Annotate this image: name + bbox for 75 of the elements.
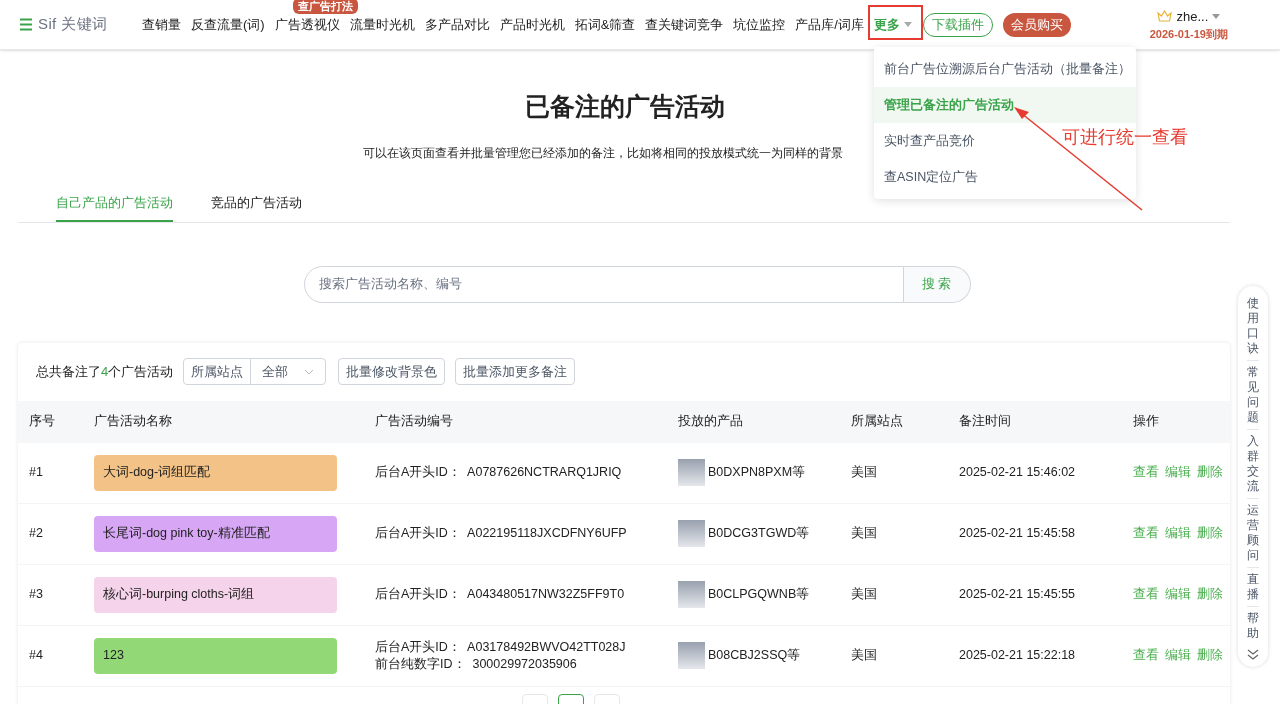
crown-icon — [1157, 10, 1173, 23]
nav-link[interactable]: 产品时光机 — [499, 14, 565, 35]
badge: 查广告打法 — [292, 0, 358, 15]
sidebar-link[interactable]: 使用口诀 — [1247, 292, 1259, 360]
table-cell-text: 后台A开头ID： A043480517NW32Z5FF9T0 — [375, 586, 626, 603]
member-purchase-button[interactable]: 会员购买 — [1002, 12, 1071, 37]
column-header: 广告活动名称 — [94, 413, 173, 431]
table-cell-text: 2025-02-21 15:45:58 — [959, 525, 1077, 543]
nav-link[interactable]: 多产品对比 — [424, 14, 490, 35]
table-cell-text: 2025-02-21 15:22:18 — [959, 647, 1077, 665]
table-cell-text: 2025-02-21 15:45:55 — [959, 586, 1077, 604]
nav-link[interactable]: 产品库/词库 — [795, 14, 864, 35]
menu-item[interactable]: 查ASIN定位广告 — [874, 159, 989, 195]
column-header: 投放的产品 — [678, 413, 744, 431]
caret-icon[interactable] — [1212, 13, 1221, 19]
table-cell-text: 2025-02-21 15:46:02 — [959, 464, 1077, 482]
campaign-name-tag: 大词-dog-词组匹配 — [94, 454, 337, 491]
nav-link[interactable]: 拓词&筛查 — [574, 14, 636, 35]
user-name[interactable]: zhe... — [1176, 6, 1209, 26]
photo-placeholder — [678, 459, 705, 486]
photo-placeholder — [678, 642, 705, 669]
sidebar-link[interactable]: 直播 — [1247, 567, 1259, 606]
sidebar-link[interactable]: 帮助 — [1247, 606, 1259, 645]
logo-text: Sif 关键词 — [38, 14, 108, 35]
highlight-box — [868, 5, 923, 40]
column-header: 备注时间 — [959, 413, 1012, 431]
sidebar-link[interactable]: 常见问题 — [1247, 360, 1259, 429]
campaign-name-tag: 长尾词-dog pink toy-精准匹配 — [94, 515, 337, 552]
menu-item[interactable]: 前台广告位溯源后台广告活动（批量备注） — [874, 51, 1141, 87]
table-cell-text: 前台纯数字ID： 300029972035906 — [375, 655, 578, 673]
tab[interactable]: 竞品的广告活动 — [211, 185, 302, 222]
caret-icon[interactable] — [903, 22, 912, 27]
table-cell-text: 后台A开头ID： A022195118JXCDFNY6UFP — [375, 525, 628, 542]
table-cell-text: #2 — [29, 525, 44, 543]
nav-link[interactable]: 广告透视仪 — [274, 14, 340, 35]
photo-placeholder — [678, 520, 705, 547]
table-cell-text: 美国 — [851, 647, 878, 665]
table-cell-text: 美国 — [851, 525, 878, 543]
page-description: 可以在该页面查看并批量管理您已经添加的备注，比如将相同的投放模式统一为同样的背景 — [363, 144, 843, 162]
nav-link[interactable]: 坑位监控 — [733, 14, 786, 35]
table-cell-text: #1 — [29, 464, 44, 482]
table-cell-text: 后台A开头ID： A03178492BWVO42TT028J — [375, 638, 627, 656]
table-cell-text: 美国 — [851, 586, 878, 604]
column-header: 所属站点 — [851, 413, 904, 431]
action-button[interactable]: 批量添加更多备注 — [455, 358, 576, 385]
table-cell-text: B0CLPGQWNB等 — [708, 586, 810, 604]
sidebar-link[interactable]: 运营顾问 — [1247, 498, 1259, 567]
column-header: 广告活动编号 — [375, 413, 454, 431]
table-cell-text: B08CBJ2SSQ等 — [708, 647, 801, 665]
table-cell-text: B0DXPN8PXM等 — [708, 464, 806, 482]
column-header: 操作 — [1133, 413, 1160, 431]
campaign-name-tag: 核心词-burping cloths-词组 — [94, 576, 337, 613]
annotation-text: 可进行统一查看 — [1062, 126, 1188, 149]
nav-link[interactable]: 查销量 — [142, 14, 181, 35]
action-button[interactable]: 批量修改背景色 — [338, 358, 446, 385]
nav-link[interactable]: 流量时光机 — [349, 14, 415, 35]
table-cell-text: B0DCG3TGWD等 — [708, 525, 810, 543]
summary-text: 总共备注了4个广告活动 — [36, 362, 174, 381]
table-cell-text: #3 — [29, 586, 44, 604]
search-field[interactable]: 搜索广告活动名称、编号 — [303, 265, 904, 303]
expiry-date: 2026-01-19到期 — [1149, 27, 1228, 42]
sidebar-link[interactable]: 入群交流 — [1247, 429, 1259, 498]
nav-link[interactable]: 查关键词竞争 — [645, 14, 724, 35]
menu-item[interactable]: 实时查产品竞价 — [874, 123, 985, 159]
photo-placeholder — [678, 581, 705, 608]
column-header: 序号 — [29, 413, 56, 431]
campaign-name-tag: 123 — [94, 637, 337, 674]
chevron-down-icon[interactable] — [1247, 649, 1259, 661]
menu-icon[interactable] — [20, 18, 32, 31]
table-cell-text: 美国 — [851, 464, 878, 482]
nav-link[interactable]: 反查流量(词) — [191, 14, 265, 35]
table-cell-text: #4 — [29, 647, 44, 665]
site-filter[interactable]: 所属站点 全部 — [183, 358, 327, 385]
page-title: 已备注的广告活动 — [525, 91, 725, 122]
table-cell-text: 后台A开头ID： A0787626NCTRARQ1JRIQ — [375, 464, 623, 481]
